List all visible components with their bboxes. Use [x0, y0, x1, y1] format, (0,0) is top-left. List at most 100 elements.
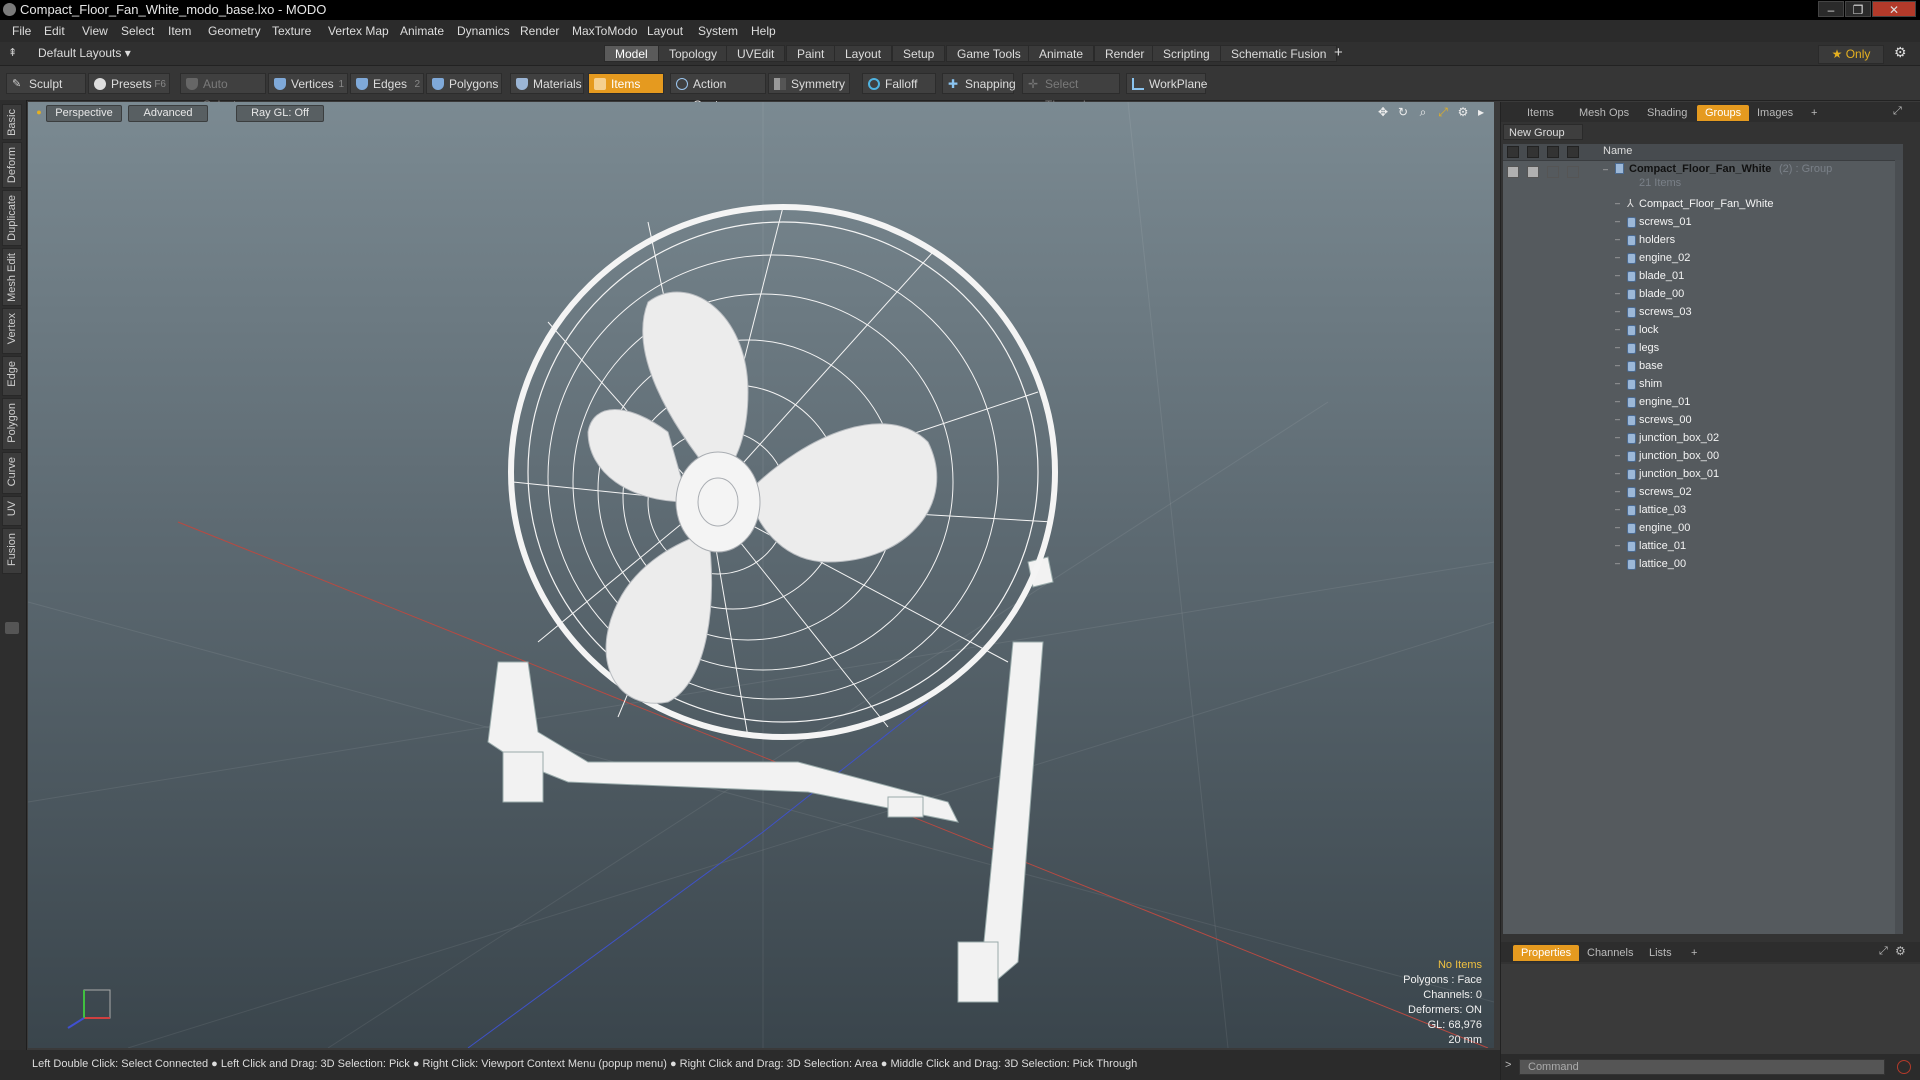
tree-item-engine-00[interactable]: – engine_00 [1503, 520, 1903, 538]
tab-paint[interactable]: Paint [786, 45, 836, 62]
tree-item-junction-box-00[interactable]: – junction_box_00 [1503, 448, 1903, 466]
tree-item-shim[interactable]: – shim [1503, 376, 1903, 394]
auto-select-button[interactable]: Auto Select [180, 73, 266, 112]
properties-expand-icon[interactable]: ⤢ [1879, 945, 1888, 958]
select-icon[interactable] [1567, 146, 1579, 158]
vtab-edge[interactable]: Edge [2, 356, 22, 396]
layout-lock-icon[interactable]: ⇞ [8, 46, 17, 59]
tree-item-lattice-00[interactable]: – lattice_00 [1503, 556, 1903, 574]
tree-item-screws-03[interactable]: – screws_03 [1503, 304, 1903, 322]
snapping-button[interactable]: ✚ Snapping [942, 73, 1016, 94]
tree-item-blade-01[interactable]: – blade_01 [1503, 268, 1903, 286]
menu-geometry[interactable]: Geometry [208, 24, 261, 38]
ray-gl-toggle[interactable]: Ray GL: Off [236, 105, 324, 122]
command-history-icon[interactable]: > [1505, 1059, 1511, 1071]
settings-gear-icon[interactable]: ⚙ [1894, 44, 1907, 61]
tree-item-legs[interactable]: – legs [1503, 340, 1903, 358]
tab-animate[interactable]: Animate [1028, 45, 1095, 62]
vertices-button[interactable]: Vertices 1 [268, 73, 348, 94]
group-select-icon[interactable] [1567, 166, 1579, 178]
tab-lists[interactable]: Lists [1641, 945, 1680, 961]
perspective-dropdown[interactable]: Perspective [46, 105, 122, 122]
tree-item-lattice-03[interactable]: – lattice_03 [1503, 502, 1903, 520]
vtab-basic[interactable]: Basic [2, 104, 22, 140]
menu-help[interactable]: Help [751, 24, 776, 38]
vtab-duplicate[interactable]: Duplicate [2, 190, 22, 246]
pan-icon[interactable]: ✥ [1376, 105, 1390, 119]
properties-settings-icon[interactable]: ⚙ [1895, 944, 1906, 958]
menu-item[interactable]: Item [168, 24, 191, 38]
visibility-eye-icon[interactable] [1507, 146, 1519, 158]
viewport-settings-icon[interactable]: ⚙ [1456, 105, 1470, 119]
tree-item-engine-02[interactable]: – engine_02 [1503, 250, 1903, 268]
workplane-button[interactable]: WorkPlane [1126, 73, 1207, 94]
viewport-menu-dot-icon[interactable]: ● [32, 105, 46, 119]
maximize-button[interactable]: ❐ [1845, 1, 1871, 17]
menu-layout[interactable]: Layout [647, 24, 683, 38]
group-collapse-icon[interactable]: – [1603, 164, 1608, 174]
tree-scrollbar[interactable] [1895, 160, 1903, 934]
render-icon[interactable] [1527, 146, 1539, 158]
tree-item-lock[interactable]: – lock [1503, 322, 1903, 340]
only-button[interactable]: ★ Only [1818, 45, 1884, 64]
vtab-deform[interactable]: Deform [2, 142, 22, 188]
menu-maxtomodo[interactable]: MaxToModo [572, 24, 637, 38]
close-button[interactable]: ✕ [1872, 1, 1916, 17]
vtab-uv[interactable]: UV [2, 496, 22, 526]
menu-dynamics[interactable]: Dynamics [457, 24, 510, 38]
polygons-button[interactable]: Polygons [426, 73, 502, 94]
panel-toggle-icon[interactable] [5, 622, 19, 634]
advanced-dropdown[interactable]: Advanced [128, 105, 208, 122]
command-stop-icon[interactable] [1897, 1060, 1911, 1074]
items-button[interactable]: Items [588, 73, 664, 94]
viewport-expand-icon[interactable]: ▸ [1474, 105, 1488, 119]
vtab-curve[interactable]: Curve [2, 452, 22, 494]
3d-viewport[interactable]: ● Perspective Advanced Ray GL: Off ✥ ↻ ⌕… [28, 102, 1494, 1048]
menu-edit[interactable]: Edit [44, 24, 65, 38]
tree-item-junction-box-02[interactable]: – junction_box_02 [1503, 430, 1903, 448]
tab-mesh-ops[interactable]: Mesh Ops [1571, 105, 1637, 121]
vtab-vertex[interactable]: Vertex [2, 308, 22, 354]
fit-icon[interactable]: ⤢ [1436, 105, 1450, 119]
materials-button[interactable]: Materials [510, 73, 584, 94]
tab-scripting[interactable]: Scripting [1152, 45, 1221, 62]
scene-canvas[interactable] [28, 102, 1494, 1048]
menu-select[interactable]: Select [121, 24, 154, 38]
tab-images[interactable]: Images [1749, 105, 1801, 121]
tree-item-junction-box-01[interactable]: – junction_box_01 [1503, 466, 1903, 484]
tree-item-blade-00[interactable]: – blade_00 [1503, 286, 1903, 304]
tab-render[interactable]: Render [1094, 45, 1156, 62]
menu-system[interactable]: System [698, 24, 738, 38]
menu-animate[interactable]: Animate [400, 24, 444, 38]
vtab-polygon[interactable]: Polygon [2, 398, 22, 450]
group-row[interactable]: – Compact_Floor_Fan_White (2) : Group 21… [1503, 162, 1903, 194]
tab-game-tools[interactable]: Game Tools [946, 45, 1032, 62]
panel-expand-icon[interactable]: ⤢ [1893, 105, 1902, 118]
menu-view[interactable]: View [82, 24, 108, 38]
command-input[interactable]: Command [1519, 1059, 1885, 1075]
add-bottom-tab-button[interactable]: + [1683, 945, 1705, 961]
group-lock-icon[interactable] [1547, 166, 1559, 178]
group-visibility-icon[interactable] [1507, 166, 1519, 178]
tab-uvedit[interactable]: UVEdit [726, 45, 786, 62]
symmetry-button[interactable]: Symmetry [768, 73, 850, 94]
tab-items[interactable]: Items [1519, 105, 1562, 121]
tab-shading[interactable]: Shading [1639, 105, 1695, 121]
group-render-icon[interactable] [1527, 166, 1539, 178]
tab-layout[interactable]: Layout [834, 45, 893, 62]
menu-render[interactable]: Render [520, 24, 559, 38]
add-panel-tab-button[interactable]: + [1803, 105, 1825, 121]
tree-item-screws-00[interactable]: – screws_00 [1503, 412, 1903, 430]
tree-item-lattice-01[interactable]: – lattice_01 [1503, 538, 1903, 556]
tree-item-screws-02[interactable]: – screws_02 [1503, 484, 1903, 502]
select-through-button[interactable]: ✛ Select Through [1022, 73, 1120, 112]
tab-schematic-fusion[interactable]: Schematic Fusion [1220, 45, 1338, 62]
tab-channels[interactable]: Channels [1579, 945, 1641, 961]
zoom-icon[interactable]: ⌕ [1416, 105, 1430, 119]
falloff-button[interactable]: Falloff [862, 73, 936, 94]
tab-setup[interactable]: Setup [892, 45, 946, 62]
sculpt-button[interactable]: ✎ Sculpt [6, 73, 86, 94]
tree-item-base[interactable]: – base [1503, 358, 1903, 376]
new-group-button[interactable]: New Group [1503, 124, 1583, 140]
vtab-mesh-edit[interactable]: Mesh Edit [2, 248, 22, 306]
